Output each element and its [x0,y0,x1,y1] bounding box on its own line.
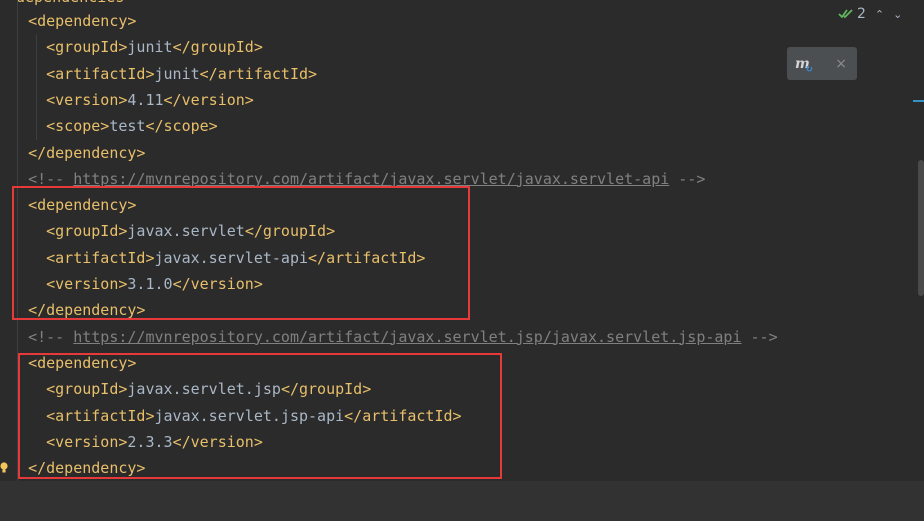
xml-text: junit [127,38,173,57]
maven-load-changes-popup: m ↻ × [787,47,857,80]
code-line[interactable]: <scope>test</scope> [10,113,218,139]
code-line[interactable]: <artifactId>junit</artifactId> [10,61,317,87]
code-line[interactable]: <version>4.11</version> [10,87,254,113]
inspection-widget[interactable]: 2 ⌃ ⌄ [838,4,902,24]
xml-tag: <scope> [46,117,110,136]
xml-comment: --> [741,327,778,346]
scroll-marker [913,100,924,102]
xml-tag: <version> [46,90,128,109]
comment-link[interactable]: https://mvnrepository.com/artifact/javax… [73,328,741,346]
code-line[interactable]: <!-- https://mvnrepository.com/artifact/… [10,324,778,350]
xml-tag: </version> [163,90,254,109]
xml-tag: </dependency> [28,143,146,162]
xml-text: junit [154,64,200,83]
maven-reload-icon[interactable]: m ↻ [795,56,813,75]
code-line[interactable]: <dependency> [10,8,136,34]
code-line[interactable]: </dependency> [10,140,145,166]
xml-tag: <artifactId> [46,64,155,83]
xml-text: 4.11 [127,90,164,109]
code-line[interactable]: <groupId>junit</groupId> [10,34,263,60]
vertical-scrollbar[interactable] [918,160,924,296]
xml-tag: </artifactId> [199,64,318,83]
xml-tag: <dependency> [28,12,137,30]
close-icon[interactable]: × [835,56,847,72]
code-editor[interactable]: dependencies <dependency> <groupId>junit… [0,0,924,521]
xml-text: test [109,117,146,136]
highlight-box-servlet-api [12,186,470,320]
xml-tag: </groupId> [172,38,263,57]
lightbulb-icon[interactable] [0,462,8,474]
current-line-highlight [0,481,924,521]
xml-tag: </scope> [145,117,218,136]
xml-comment: --> [669,169,706,188]
double-check-icon [838,9,853,19]
highlight-box-jsp-api [18,353,502,479]
inspection-count: 2 [857,6,866,22]
xml-comment: <!-- [28,327,74,346]
up-chevron-icon[interactable]: ⌃ [875,8,884,21]
xml-tag: <groupId> [46,38,128,57]
down-chevron-icon[interactable]: ⌄ [893,8,902,21]
